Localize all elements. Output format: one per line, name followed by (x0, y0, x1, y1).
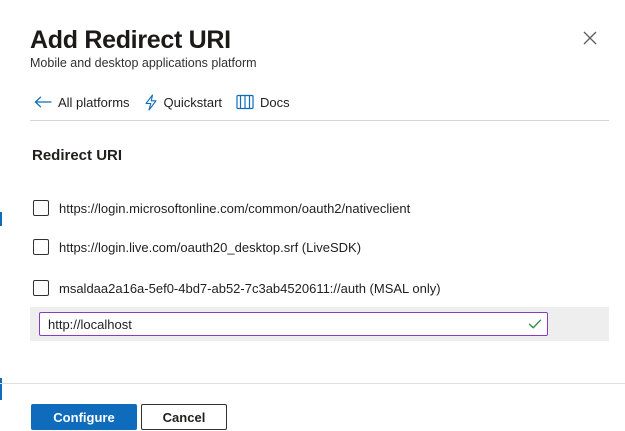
redirect-uri-label: https://login.microsoftonline.com/common… (59, 200, 411, 216)
section-title: Redirect URI (32, 147, 123, 164)
redirect-uri-checkbox[interactable] (33, 239, 49, 255)
nav-item-label: Docs (260, 94, 290, 110)
book-icon (236, 94, 254, 110)
left-edge-accent-bottom (0, 378, 2, 400)
panel-footer: Configure Cancel (31, 404, 227, 430)
header-divider (30, 120, 609, 121)
redirect-uri-option: https://login.microsoftonline.com/common… (33, 198, 410, 218)
panel-header: Add Redirect URI Mobile and desktop appl… (30, 26, 610, 71)
checkmark-icon (528, 319, 542, 329)
configure-button[interactable]: Configure (31, 404, 137, 430)
redirect-uri-label: msaldaa2a16a-5ef0-4bd7-ab52-7c3ab4520611… (59, 280, 441, 296)
redirect-uri-label: https://login.live.com/oauth20_desktop.s… (59, 239, 362, 255)
cancel-button[interactable]: Cancel (141, 404, 227, 430)
footer-divider (0, 383, 625, 384)
custom-uri-input[interactable] (39, 312, 548, 336)
redirect-uri-option: msaldaa2a16a-5ef0-4bd7-ab52-7c3ab4520611… (33, 278, 441, 298)
nav-item-quickstart[interactable]: Quickstart (144, 93, 223, 111)
panel-nav: All platforms Quickstart Docs (34, 91, 304, 113)
close-button[interactable] (579, 27, 601, 49)
left-edge-accent-top (0, 212, 2, 226)
custom-uri-row (30, 307, 609, 341)
nav-item-label: Quickstart (163, 94, 223, 110)
redirect-uri-option: https://login.live.com/oauth20_desktop.s… (33, 237, 361, 257)
page-subtitle: Mobile and desktop applications platform (30, 56, 257, 70)
page-title: Add Redirect URI (30, 26, 231, 54)
close-icon (583, 31, 597, 45)
nav-item-all-platforms[interactable]: All platforms (34, 95, 130, 110)
add-redirect-uri-panel: Add Redirect URI Mobile and desktop appl… (0, 0, 625, 431)
nav-item-label: All platforms (58, 94, 130, 110)
arrow-left-icon (34, 96, 52, 108)
redirect-uri-checkbox[interactable] (33, 200, 49, 216)
nav-item-docs[interactable]: Docs (236, 94, 290, 110)
redirect-uri-checkbox[interactable] (33, 280, 49, 296)
lightning-icon (144, 93, 158, 111)
